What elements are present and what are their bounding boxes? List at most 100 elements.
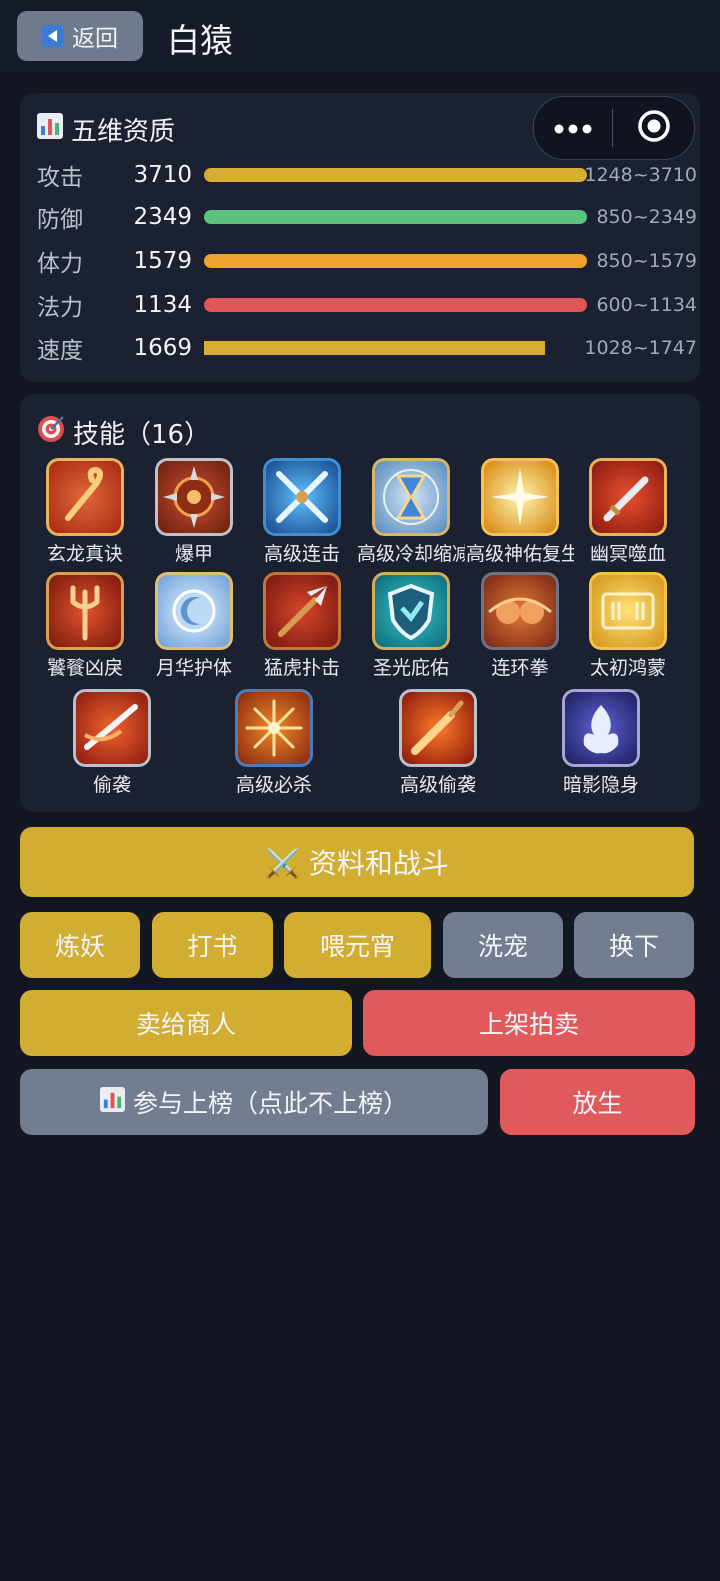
stat-value: 1669 xyxy=(133,335,192,361)
stat-row: 体力 1579 850~1579 xyxy=(37,243,697,279)
bar-chart-icon xyxy=(99,1086,125,1118)
stat-range: 850~1579 xyxy=(596,250,697,272)
crossed-swords-icon xyxy=(263,458,341,536)
skill-name: 高级连击 xyxy=(263,543,340,565)
bloody-sword-icon xyxy=(589,458,667,536)
skill-name: 暗影隐身 xyxy=(562,774,639,796)
sell-button[interactable]: 卖给商人 xyxy=(20,990,352,1056)
skill-name: 爆甲 xyxy=(174,543,213,565)
ranking-button[interactable]: 参与上榜（点此不上榜） xyxy=(20,1069,488,1135)
back-arrow-icon xyxy=(42,25,64,47)
stat-range: 600~1134 xyxy=(596,294,697,316)
more-menu-button[interactable] xyxy=(534,97,612,159)
skill-item[interactable]: 幽冥噬血 xyxy=(574,458,682,566)
skill-name: 饕餮凶戾 xyxy=(46,657,123,679)
stat-row: 法力 1134 600~1134 xyxy=(37,287,697,323)
auction-button[interactable]: 上架拍卖 xyxy=(363,990,695,1056)
page-title: 白猿 xyxy=(167,21,233,60)
target-icon xyxy=(37,415,65,450)
skill-name: 幽冥噬血 xyxy=(589,543,666,565)
skill-item[interactable]: 暗影隐身 xyxy=(547,689,655,797)
spiked-armor-icon xyxy=(155,458,233,536)
stat-row: 攻击 3710 1248~3710 xyxy=(37,157,697,193)
stat-value: 1134 xyxy=(133,292,192,318)
skill-item[interactable]: 偷袭 xyxy=(58,689,166,797)
skill-name: 圣光庇佑 xyxy=(372,657,449,679)
skill-item[interactable]: 高级神佑复生 xyxy=(466,458,574,566)
fortune-icon xyxy=(589,572,667,650)
stat-bar-fill xyxy=(204,341,545,355)
swift-blade-icon xyxy=(73,689,151,767)
stat-range: 850~2349 xyxy=(596,206,697,228)
skill-item[interactable]: 猛虎扑击 xyxy=(248,572,356,680)
skills-card: 技能（16） 玄龙真诀 爆甲 高级连击 高级冷却缩减 高级神佑复生 幽冥噬血饕餮凶戾 月华护… xyxy=(20,394,700,812)
stat-label: 速度 xyxy=(37,338,83,364)
skill-name: 高级冷却缩减 xyxy=(357,543,465,565)
stat-range: 1248~3710 xyxy=(584,164,697,186)
stat-label: 体力 xyxy=(37,251,83,277)
skill-name: 偷袭 xyxy=(92,774,131,796)
trident-icon xyxy=(46,572,124,650)
stat-bar xyxy=(204,210,587,224)
stat-bar xyxy=(204,168,587,182)
bar-chart-icon xyxy=(37,113,63,146)
skill-book-button[interactable]: 打书 xyxy=(152,912,273,978)
skill-item[interactable]: 玄龙真诀 xyxy=(31,458,139,566)
skill-item[interactable]: 连环拳 xyxy=(466,572,574,680)
stat-bar xyxy=(204,298,587,312)
swap-button[interactable]: 换下 xyxy=(574,912,694,978)
target-circle-icon xyxy=(637,109,671,147)
fists-icon xyxy=(481,572,559,650)
skill-item[interactable]: 高级偷袭 xyxy=(384,689,492,797)
refine-button[interactable]: 炼妖 xyxy=(20,912,140,978)
stat-bar xyxy=(204,254,587,268)
skill-item[interactable]: 圣光庇佑 xyxy=(357,572,465,680)
close-capsule-button[interactable] xyxy=(613,97,694,159)
wash-button[interactable]: 洗宠 xyxy=(443,912,563,978)
stat-label: 防御 xyxy=(37,207,83,233)
skill-name: 连环拳 xyxy=(491,657,549,679)
skill-name: 高级偷袭 xyxy=(399,774,476,796)
stat-bar-fill xyxy=(204,210,587,224)
skill-item[interactable]: 月华护体 xyxy=(140,572,248,680)
skill-item[interactable]: 太初鸿蒙 xyxy=(574,572,682,680)
shield-icon xyxy=(372,572,450,650)
stats-title: 五维资质 xyxy=(37,111,175,148)
skills-title: 技能（16） xyxy=(37,414,210,451)
flaming-dagger-icon xyxy=(399,689,477,767)
spear-icon xyxy=(263,572,341,650)
holy-light-icon xyxy=(481,458,559,536)
skill-item[interactable]: 高级必杀 xyxy=(220,689,328,797)
skill-name: 玄龙真诀 xyxy=(46,543,123,565)
stat-range: 1028~1747 xyxy=(584,337,697,359)
stat-value: 1579 xyxy=(133,248,192,274)
stat-row: 防御 2349 850~2349 xyxy=(37,199,697,235)
skill-name: 月华护体 xyxy=(155,657,232,679)
moon-shield-icon xyxy=(155,572,233,650)
stat-row: 速度 1669 1028~1747 xyxy=(37,330,697,366)
stat-bar-fill xyxy=(204,298,587,312)
more-dots-icon xyxy=(554,119,592,138)
skill-name: 高级神佑复生 xyxy=(466,543,574,565)
info-battle-button[interactable]: ⚔️ 资料和战斗 xyxy=(20,827,694,897)
stat-label: 攻击 xyxy=(37,165,83,191)
feed-button[interactable]: 喂元宵 xyxy=(284,912,431,978)
skill-item[interactable]: 爆甲 xyxy=(140,458,248,566)
skill-item[interactable]: 饕餮凶戾 xyxy=(31,572,139,680)
skill-name: 猛虎扑击 xyxy=(263,657,340,679)
golden-staff-icon xyxy=(46,458,124,536)
ranking-label: 参与上榜（点此不上榜） xyxy=(132,1089,408,1118)
top-bar: 返回 白猿 xyxy=(0,0,720,72)
stat-bar xyxy=(204,341,587,355)
stat-bar-fill xyxy=(204,168,587,182)
mini-program-capsule xyxy=(533,96,695,160)
skill-item[interactable]: 高级冷却缩减 xyxy=(357,458,465,566)
skill-name: 太初鸿蒙 xyxy=(589,657,666,679)
burst-icon xyxy=(235,689,313,767)
back-label: 返回 xyxy=(72,26,118,52)
back-button[interactable]: 返回 xyxy=(17,11,143,61)
stat-label: 法力 xyxy=(37,295,83,321)
stat-value: 3710 xyxy=(133,162,192,188)
skill-item[interactable]: 高级连击 xyxy=(248,458,356,566)
release-button[interactable]: 放生 xyxy=(500,1069,695,1135)
